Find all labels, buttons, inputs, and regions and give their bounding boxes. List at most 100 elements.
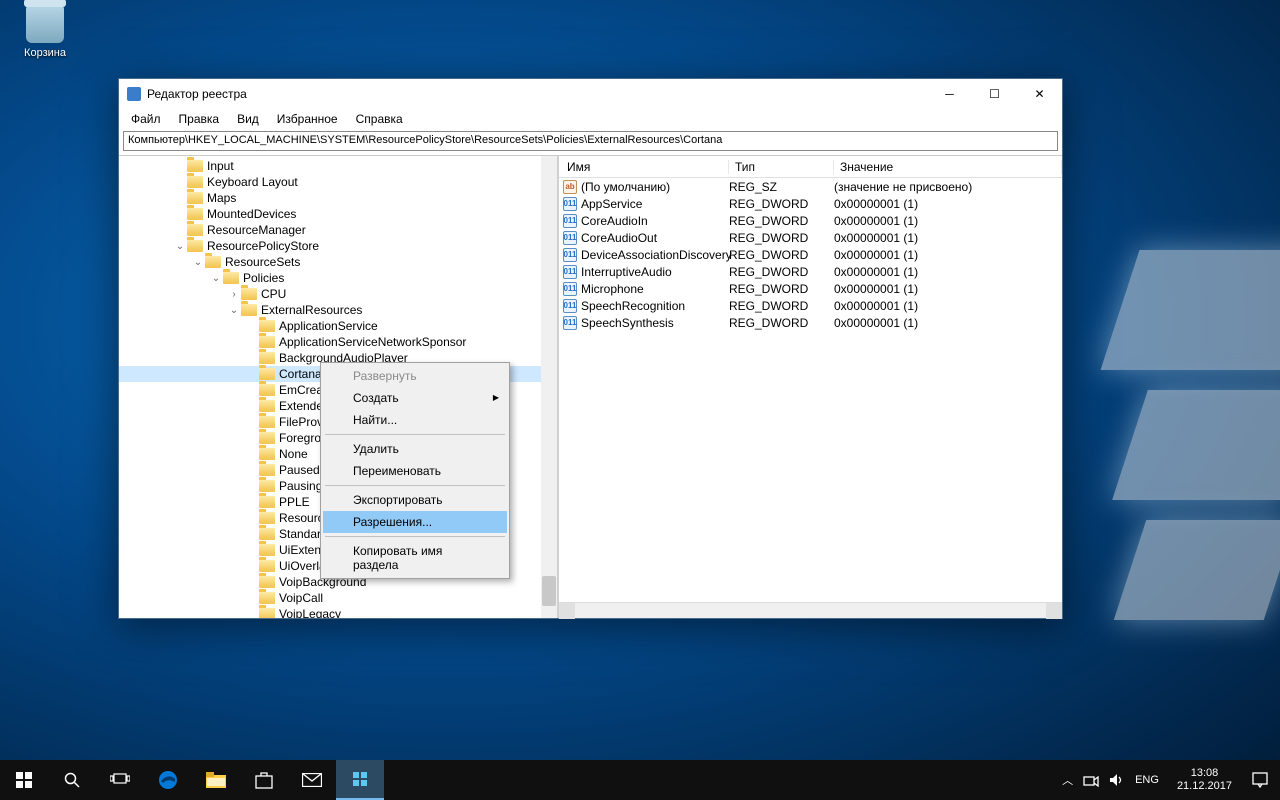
tree-item[interactable]: VoipCall [119, 590, 557, 606]
list-row[interactable]: 011CoreAudioInREG_DWORD0x00000001 (1) [559, 212, 1062, 229]
menu-help[interactable]: Справка [348, 110, 411, 128]
menu-favorites[interactable]: Избранное [269, 110, 346, 128]
tree-item[interactable]: VoipLegacy [119, 606, 557, 618]
list-row[interactable]: 011AppServiceREG_DWORD0x00000001 (1) [559, 195, 1062, 212]
list-row[interactable]: ab(По умолчанию)REG_SZ(значение не присв… [559, 178, 1062, 195]
volume-icon[interactable] [1109, 772, 1125, 788]
tree-item[interactable]: ⌄ ExternalResources [119, 302, 557, 318]
tree-item-label: Cortana [279, 367, 322, 381]
context-menu[interactable]: РазвернутьСоздатьНайти... УдалитьПереимен… [320, 362, 510, 579]
col-type[interactable]: Тип [729, 160, 834, 174]
list-header[interactable]: Имя Тип Значение [559, 156, 1062, 178]
tree-toggle-icon[interactable]: ⌄ [173, 241, 187, 252]
desktop[interactable]: Корзина Редактор реестра ─ ☐ ✕ Файл Прав… [0, 0, 1280, 800]
tree-item-label: Paused [279, 463, 320, 477]
tree-toggle-icon[interactable]: ⌄ [227, 305, 241, 316]
value-name: DeviceAssociationDiscovery [581, 248, 732, 262]
list-body[interactable]: ab(По умолчанию)REG_SZ(значение не присв… [559, 178, 1062, 602]
list-row[interactable]: 011DeviceAssociationDiscoveryREG_DWORD0x… [559, 246, 1062, 263]
reg-dword-icon: 011 [563, 214, 577, 228]
tree-item-label: Extende [279, 399, 323, 413]
taskbar: ︿ ENG 13:08 21.12.2017 [0, 760, 1280, 800]
tree-item[interactable]: ⌄ResourceSets [119, 254, 557, 270]
folder-icon [187, 160, 203, 172]
menu-item[interactable]: Удалить [323, 438, 507, 460]
tree-item[interactable]: › CPU [119, 286, 557, 302]
menu-separator [325, 536, 505, 537]
tree-item[interactable]: ApplicationServiceNetworkSponsor [119, 334, 557, 350]
menu-view[interactable]: Вид [229, 110, 267, 128]
folder-icon [259, 368, 275, 380]
tree-item-label: Resourc [279, 511, 324, 525]
tree-toggle-icon[interactable]: ⌄ [209, 273, 223, 284]
menu-file[interactable]: Файл [123, 110, 169, 128]
network-icon[interactable] [1083, 772, 1099, 788]
action-center-icon[interactable] [1240, 760, 1280, 800]
tree-item-label: PPLE [279, 495, 310, 509]
menu-item[interactable]: Экспортировать [323, 489, 507, 511]
tree-item-label: ExternalResources [261, 303, 362, 317]
recycle-bin-label: Корзина [24, 47, 66, 59]
close-button[interactable]: ✕ [1017, 79, 1062, 109]
menu-item[interactable]: Переименовать [323, 460, 507, 482]
folder-icon [259, 544, 275, 556]
edge-icon[interactable] [144, 760, 192, 800]
tree-item-label: CPU [261, 287, 286, 301]
menu-edit[interactable]: Правка [171, 110, 228, 128]
col-name[interactable]: Имя [559, 160, 729, 174]
tree-item-label: Standar [279, 527, 321, 541]
list-hscrollbar[interactable] [559, 602, 1062, 618]
tree-item[interactable]: Keyboard Layout [119, 174, 557, 190]
mail-icon[interactable] [288, 760, 336, 800]
reg-dword-icon: 011 [563, 265, 577, 279]
list-row[interactable]: 011InterruptiveAudioREG_DWORD0x00000001 … [559, 263, 1062, 280]
value-data: (значение не присвоено) [834, 180, 1062, 194]
value-name: SpeechRecognition [581, 299, 685, 313]
clock[interactable]: 13:08 21.12.2017 [1169, 767, 1240, 793]
tree-toggle-icon[interactable]: › [227, 289, 241, 300]
tree-item[interactable]: Input [119, 158, 557, 174]
value-name: CoreAudioOut [581, 231, 657, 245]
menu-item: Развернуть [323, 365, 507, 387]
col-value[interactable]: Значение [834, 160, 1062, 174]
tree-vscrollbar[interactable] [541, 156, 557, 618]
folder-icon [259, 592, 275, 604]
reg-dword-icon: 011 [563, 282, 577, 296]
tree-item-label: Policies [243, 271, 284, 285]
folder-icon [259, 528, 275, 540]
tree-item-label: ResourcePolicyStore [207, 239, 319, 253]
start-button[interactable] [0, 760, 48, 800]
tree-item[interactable]: ApplicationService [119, 318, 557, 334]
explorer-icon[interactable] [192, 760, 240, 800]
menu-item[interactable]: Разрешения... [323, 511, 507, 533]
tree-item[interactable]: ⌄ ResourcePolicyStore [119, 238, 557, 254]
value-name: InterruptiveAudio [581, 265, 672, 279]
search-button[interactable] [48, 760, 96, 800]
menu-item[interactable]: Найти... [323, 409, 507, 431]
menu-item[interactable]: Создать [323, 387, 507, 409]
value-type: REG_DWORD [729, 197, 834, 211]
store-icon[interactable] [240, 760, 288, 800]
list-row[interactable]: 011CoreAudioOutREG_DWORD0x00000001 (1) [559, 229, 1062, 246]
tray-chevron-icon[interactable]: ︿ [1062, 772, 1073, 788]
minimize-button[interactable]: ─ [927, 79, 972, 109]
taskview-button[interactable] [96, 760, 144, 800]
value-name: Microphone [581, 282, 644, 296]
address-bar[interactable]: Компьютер\HKEY_LOCAL_MACHINE\SYSTEM\Reso… [123, 131, 1058, 151]
value-type: REG_DWORD [729, 282, 834, 296]
tree-item[interactable]: ResourceManager [119, 222, 557, 238]
list-row[interactable]: 011MicrophoneREG_DWORD0x00000001 (1) [559, 280, 1062, 297]
maximize-button[interactable]: ☐ [972, 79, 1017, 109]
titlebar[interactable]: Редактор реестра ─ ☐ ✕ [119, 79, 1062, 109]
tree-item[interactable]: MountedDevices [119, 206, 557, 222]
tree-item[interactable]: ⌄ Policies [119, 270, 557, 286]
list-row[interactable]: 011SpeechRecognitionREG_DWORD0x00000001 … [559, 297, 1062, 314]
regedit-taskbar-icon[interactable] [336, 760, 384, 800]
language-indicator[interactable]: ENG [1135, 774, 1159, 786]
tree-toggle-icon[interactable]: ⌄ [191, 257, 205, 268]
tree-item[interactable]: Maps [119, 190, 557, 206]
list-row[interactable]: 011SpeechSynthesisREG_DWORD0x00000001 (1… [559, 314, 1062, 331]
recycle-bin[interactable]: Корзина [10, 5, 80, 59]
value-data: 0x00000001 (1) [834, 248, 1062, 262]
menu-item[interactable]: Копировать имя раздела [323, 540, 507, 576]
